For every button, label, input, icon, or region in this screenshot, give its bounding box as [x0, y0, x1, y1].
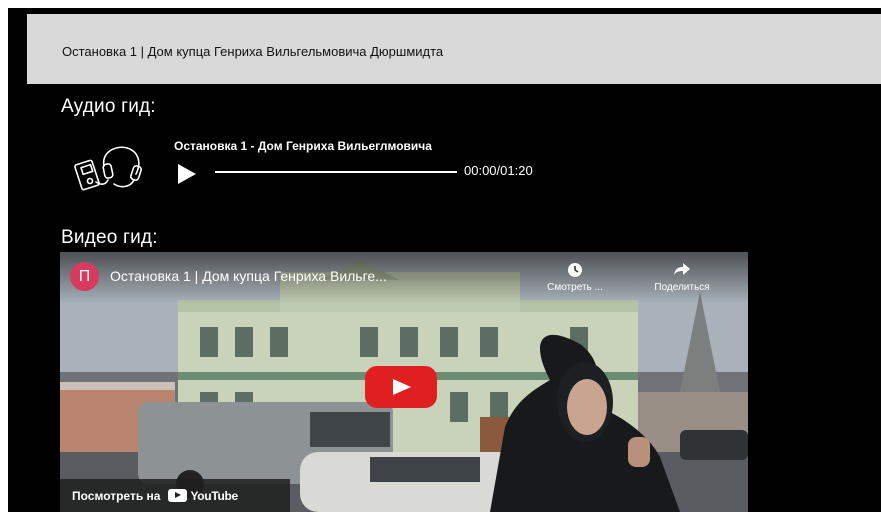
audio-time: 00:00/01:20: [464, 163, 533, 178]
page: Остановка 1 | Дом купца Генриха Вильгель…: [8, 8, 881, 512]
play-triangle-icon: [393, 379, 411, 395]
watch-later-button[interactable]: Смотреть ...: [540, 262, 610, 293]
youtube-play-button[interactable]: [365, 366, 437, 408]
audio-guide-heading: Аудио гид:: [61, 96, 156, 117]
youtube-play-logo-icon: [168, 489, 188, 502]
share-arrow-icon: [647, 262, 717, 282]
breadcrumb: Остановка 1 | Дом купца Генриха Вильгель…: [27, 14, 881, 84]
clock-icon: [540, 262, 610, 282]
breadcrumb-text: Остановка 1 | Дом купца Генриха Вильгель…: [62, 44, 444, 59]
share-button[interactable]: Поделиться: [647, 262, 717, 293]
audio-guide-headphones-icon: [74, 146, 142, 191]
watch-on-label: Посмотреть на: [72, 488, 161, 503]
audio-progress-bar[interactable]: [215, 171, 457, 173]
youtube-logo: YouTube: [168, 488, 238, 503]
video-title[interactable]: Остановка 1 | Дом купца Генриха Вильге..…: [110, 268, 387, 284]
audio-track-title: Остановка 1 - Дом Генриха Вильеглмовича: [174, 139, 432, 153]
watch-later-label: Смотреть ...: [547, 282, 603, 293]
youtube-video-embed[interactable]: П Остановка 1 | Дом купца Генриха Вильге…: [60, 252, 748, 512]
channel-avatar[interactable]: П: [70, 262, 99, 291]
play-icon[interactable]: [176, 163, 198, 185]
share-label: Поделиться: [654, 282, 710, 293]
video-guide-heading: Видео гид:: [61, 227, 158, 248]
youtube-wordmark: YouTube: [190, 488, 238, 503]
watch-on-youtube-button[interactable]: Посмотреть на YouTube: [60, 479, 290, 512]
